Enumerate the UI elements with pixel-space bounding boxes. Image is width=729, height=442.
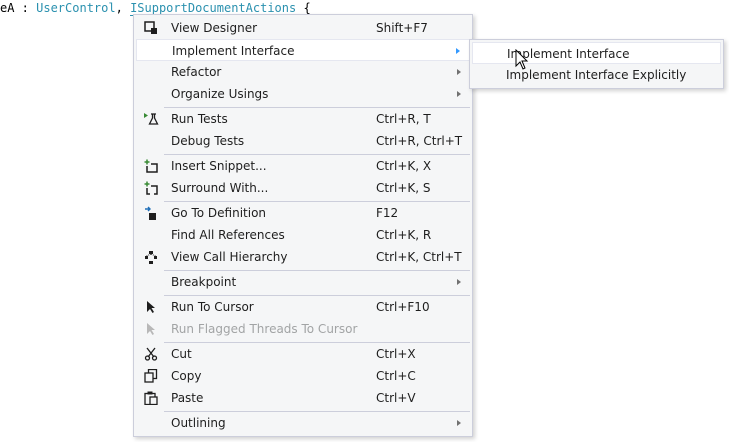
call-hierarchy-icon [143, 249, 159, 265]
menu-item-surround-with[interactable]: Surround With... Ctrl+K, S [136, 177, 470, 199]
menu-shortcut: Ctrl+C [376, 369, 416, 383]
code-prefix: eA : [0, 1, 37, 15]
menu-label: Implement Interface [172, 44, 295, 58]
menu-shortcut: Ctrl+K, S [376, 181, 431, 195]
menu-item-run-tests[interactable]: Run Tests Ctrl+R, T [136, 108, 470, 130]
menu-item-paste[interactable]: Paste Ctrl+V [136, 387, 470, 409]
menu-label: Breakpoint [171, 275, 237, 289]
submenu-arrow-icon [456, 48, 460, 54]
menu-label: Run To Cursor [171, 300, 254, 314]
scissors-icon [143, 346, 159, 362]
code-comma: , [115, 1, 131, 15]
menu-item-cut[interactable]: Cut Ctrl+X [136, 343, 470, 365]
menu-item-copy[interactable]: Copy Ctrl+C [136, 365, 470, 387]
menu-item-find-all-references[interactable]: Find All References Ctrl+K, R [136, 224, 470, 246]
menu-item-outlining[interactable]: Outlining [136, 412, 470, 434]
menu-shortcut: Ctrl+K, R [376, 228, 432, 242]
menu-shortcut: Ctrl+F10 [376, 300, 430, 314]
run-to-cursor-icon [143, 299, 159, 315]
submenu-item-implement-interface[interactable]: Implement Interface [472, 42, 721, 64]
run-tests-icon [143, 111, 159, 127]
menu-label: Organize Usings [171, 87, 269, 101]
submenu-arrow-icon [457, 279, 461, 285]
submenu-arrow-icon [457, 69, 461, 75]
menu-label: Go To Definition [171, 206, 267, 220]
submenu-arrow-icon [457, 420, 461, 426]
menu-label: Copy [171, 369, 202, 383]
menu-item-view-designer[interactable]: View Designer Shift+F7 [136, 17, 470, 39]
menu-item-organize-usings[interactable]: Organize Usings [136, 83, 470, 105]
submenu-arrow-icon [457, 91, 461, 97]
submenu-item-implement-interface-explicitly[interactable]: Implement Interface Explicitly [472, 64, 721, 86]
menu-label: Outlining [171, 416, 226, 430]
menu-item-breakpoint[interactable]: Breakpoint [136, 271, 470, 293]
menu-shortcut: Ctrl+V [376, 391, 416, 405]
menu-shortcut: F12 [376, 206, 399, 220]
menu-label: Find All References [171, 228, 285, 242]
menu-item-view-call-hierarchy[interactable]: View Call Hierarchy Ctrl+K, Ctrl+T [136, 246, 470, 268]
menu-label: Debug Tests [171, 134, 245, 148]
paste-icon [143, 390, 159, 406]
go-to-definition-icon [143, 205, 159, 221]
menu-item-go-to-definition[interactable]: Go To Definition F12 [136, 202, 470, 224]
menu-label: Insert Snippet... [171, 159, 267, 173]
menu-label: Paste [171, 391, 204, 405]
menu-label: Run Flagged Threads To Cursor [171, 322, 358, 336]
insert-snippet-icon [143, 158, 159, 174]
menu-item-insert-snippet[interactable]: Insert Snippet... Ctrl+K, X [136, 155, 470, 177]
menu-shortcut: Ctrl+X [376, 347, 416, 361]
menu-item-run-flagged-threads-to-cursor: Run Flagged Threads To Cursor [136, 318, 470, 340]
code-type: UserControl [36, 1, 116, 15]
surround-with-icon [143, 180, 159, 196]
menu-shortcut: Ctrl+K, Ctrl+T [376, 250, 462, 264]
mouse-cursor-icon [515, 49, 529, 70]
menu-label: Surround With... [171, 181, 269, 195]
menu-shortcut: Ctrl+K, X [376, 159, 432, 173]
menu-item-run-to-cursor[interactable]: Run To Cursor Ctrl+F10 [136, 296, 470, 318]
menu-label: Implement Interface Explicitly [506, 68, 687, 82]
run-flagged-threads-icon [143, 321, 159, 337]
copy-icon [143, 368, 159, 384]
menu-label: View Call Hierarchy [171, 250, 288, 264]
menu-label: Cut [171, 347, 192, 361]
menu-shortcut: Ctrl+R, Ctrl+T [376, 134, 463, 148]
context-menu: View Designer Shift+F7 Implement Interfa… [133, 14, 473, 437]
implement-interface-submenu: Implement Interface Implement Interface … [469, 39, 724, 89]
view-designer-icon [143, 20, 159, 36]
menu-label: View Designer [171, 21, 258, 35]
code-suffix: { [296, 1, 311, 15]
menu-item-implement-interface[interactable]: Implement Interface [136, 39, 470, 61]
menu-item-debug-tests[interactable]: Debug Tests Ctrl+R, Ctrl+T [136, 130, 470, 152]
menu-label: Run Tests [171, 112, 228, 126]
menu-shortcut: Ctrl+R, T [376, 112, 431, 126]
menu-label: Refactor [171, 65, 222, 79]
menu-item-refactor[interactable]: Refactor [136, 61, 470, 83]
menu-shortcut: Shift+F7 [376, 21, 428, 35]
